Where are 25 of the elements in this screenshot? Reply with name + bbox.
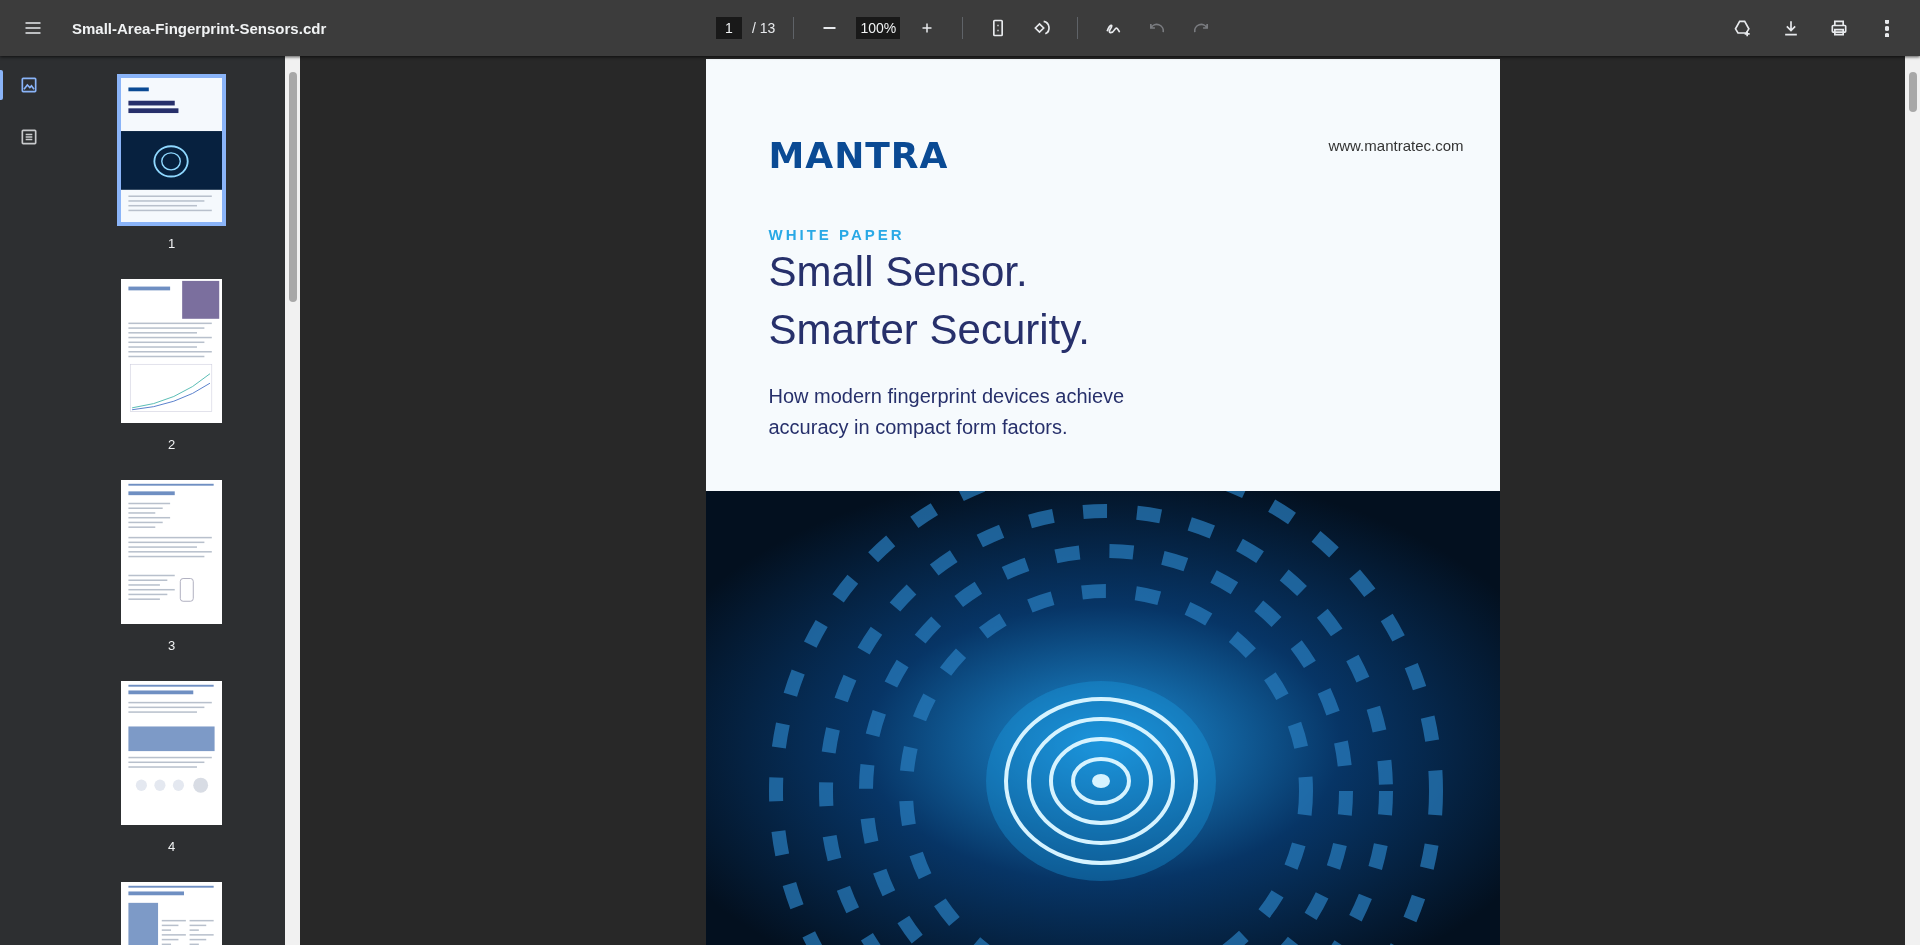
headline: Small Sensor. [768, 247, 1029, 297]
page-number-field[interactable]: 1 [716, 17, 742, 39]
list-icon [19, 127, 39, 147]
headline: Smarter Security. [768, 305, 1091, 355]
document-title: Small-Area-Fingerprint-Sensors.cdr [72, 19, 327, 37]
thumbnail-number: 4 [167, 839, 176, 854]
image-icon [19, 75, 39, 95]
page-count: / 13 [752, 20, 776, 36]
brand-logo: MANTRA [768, 135, 949, 176]
minus-icon [822, 27, 836, 29]
more-icon [1885, 19, 1889, 37]
scrollbar[interactable] [285, 56, 300, 945]
page-thumbnail[interactable] [117, 74, 226, 226]
redo-icon [1194, 23, 1209, 33]
subtitle: How modern fingerprint devices achieve accuracy in compact form factors. [768, 384, 1126, 440]
thumbnail-number: 2 [167, 437, 176, 452]
scrollbar[interactable] [1905, 56, 1920, 945]
drive-plus-icon [1733, 18, 1753, 38]
undo-icon [1150, 23, 1165, 33]
print-icon [1829, 18, 1849, 38]
eyebrow-label: WHITE PAPER [768, 226, 906, 243]
zoom-field[interactable]: 100% [856, 17, 901, 39]
thumbnail-number: 3 [167, 638, 176, 653]
website-url: www.mantratec.com [1328, 137, 1464, 154]
thumbnail-number: 1 [167, 236, 176, 251]
